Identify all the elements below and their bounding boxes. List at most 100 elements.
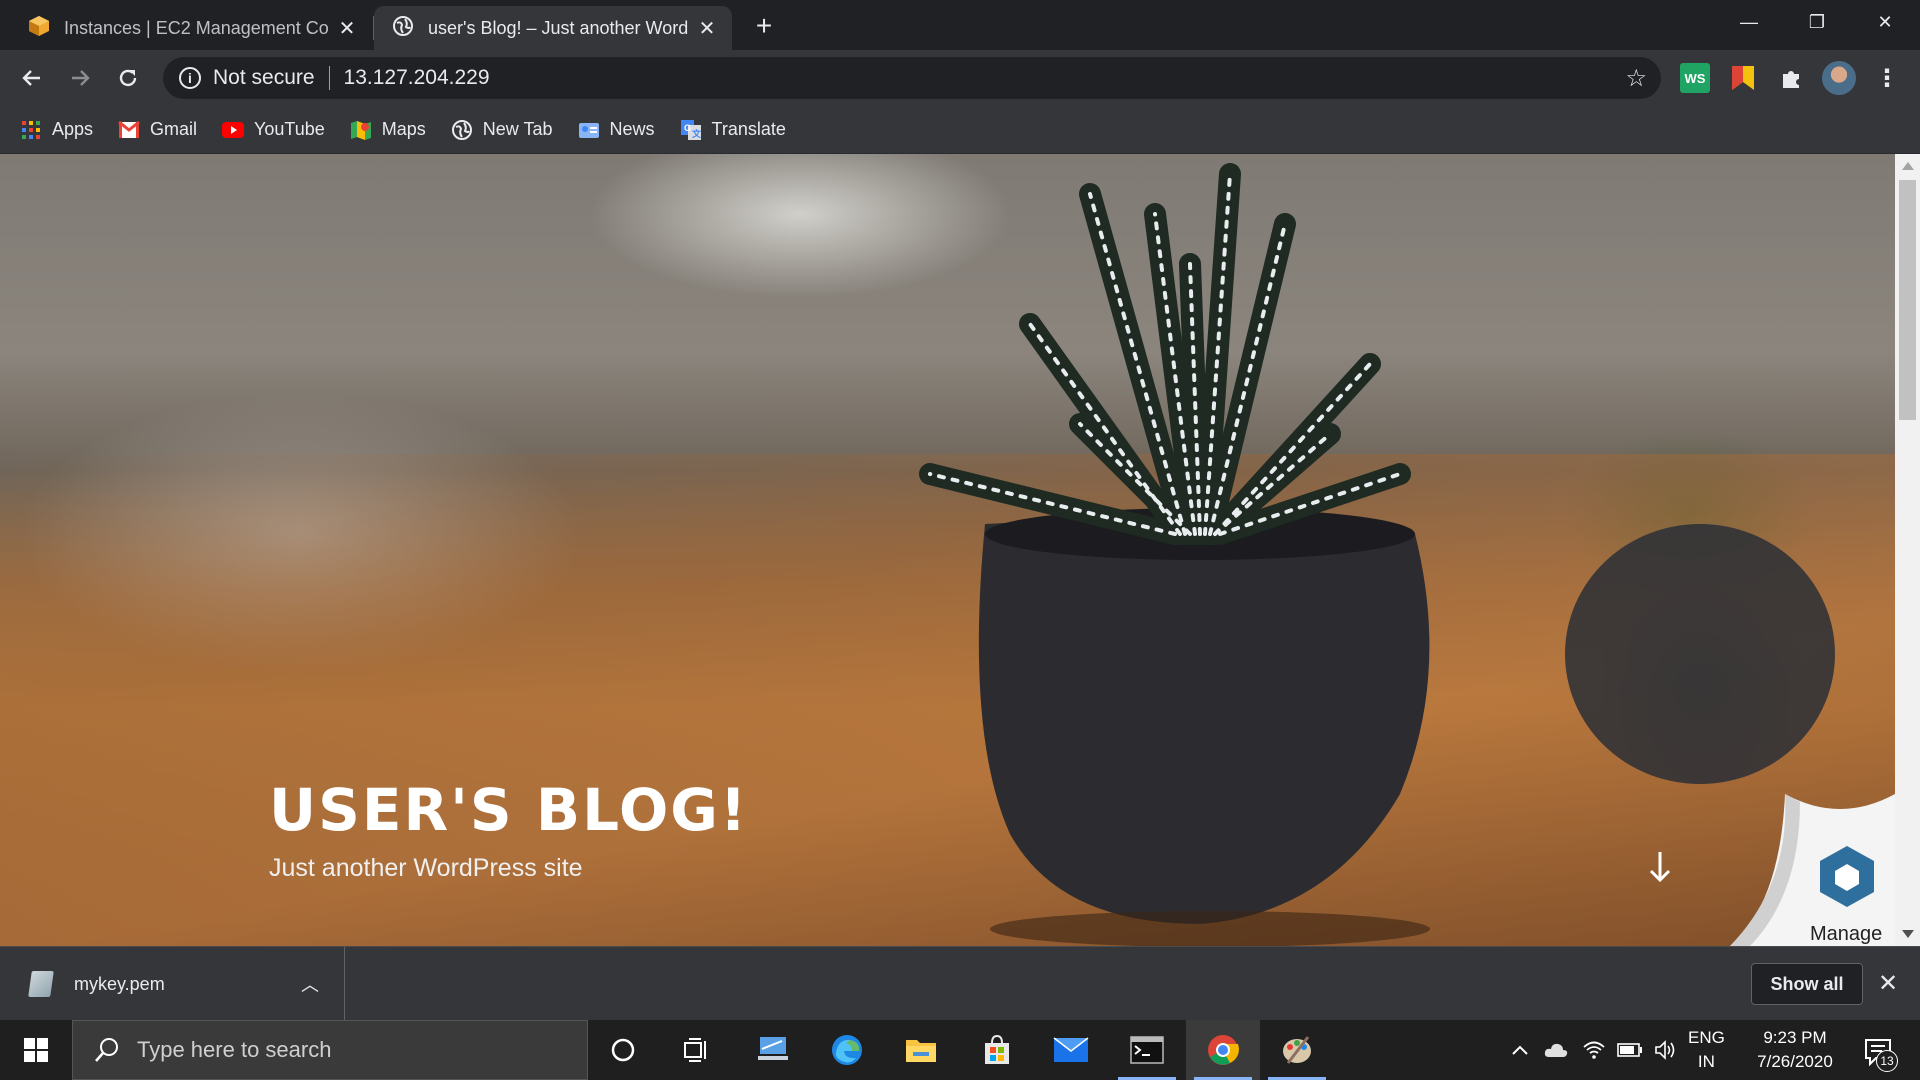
restore-button[interactable]: ❐ bbox=[1784, 0, 1850, 44]
bookmark-label: Maps bbox=[381, 119, 426, 139]
download-file-name[interactable]: mykey.pem bbox=[74, 974, 301, 995]
notification-count-badge: 13 bbox=[1876, 1050, 1898, 1072]
download-shelf: mykey.pem ︿ Show all ✕ bbox=[0, 946, 1920, 1021]
bookmark-label: Apps bbox=[52, 119, 94, 139]
computer-icon bbox=[758, 1037, 788, 1060]
url-text[interactable]: 13.127.204.229 bbox=[344, 66, 1626, 90]
tab-strip: Instances | EC2 Management Con ✕ user's … bbox=[0, 0, 1920, 50]
windows-taskbar: Type here to search ENG IN 9:23 PM 7/26/… bbox=[0, 1020, 1920, 1080]
scroll-down-arrow[interactable] bbox=[1902, 930, 1914, 938]
browser-toolbar: i Not secure 13.127.204.229 ☆ WS ⋮ bbox=[0, 50, 1920, 106]
info-icon[interactable]: i bbox=[179, 67, 201, 89]
bookmark-label: YouTube bbox=[254, 119, 325, 139]
language-code: ENG bbox=[1688, 1028, 1725, 1047]
taskbar-app-chrome[interactable] bbox=[1186, 1020, 1260, 1080]
apps-grid-icon bbox=[20, 119, 42, 141]
star-icon[interactable]: ☆ bbox=[1625, 64, 1647, 93]
forward-button[interactable] bbox=[62, 60, 98, 96]
tab-title: user's Blog! – Just another Word bbox=[428, 17, 688, 38]
bookmark-label: News bbox=[609, 119, 655, 139]
address-bar[interactable]: i Not secure 13.127.204.229 ☆ bbox=[163, 57, 1661, 99]
clock-date: 7/26/2020 bbox=[1757, 1052, 1833, 1071]
new-tab-button[interactable]: + bbox=[748, 10, 780, 42]
input-language-indicator[interactable]: ENG IN bbox=[1688, 1026, 1725, 1074]
search-placeholder: Type here to search bbox=[137, 1037, 332, 1062]
page-scrollbar[interactable] bbox=[1895, 154, 1920, 946]
bookmark-youtube[interactable]: YouTube bbox=[222, 119, 325, 141]
taskbar-app-edge[interactable] bbox=[810, 1020, 884, 1080]
manage-label[interactable]: Manage bbox=[1810, 923, 1882, 946]
site-title[interactable]: USER'S BLOG! bbox=[269, 776, 748, 844]
bookmark-label: New Tab bbox=[482, 119, 553, 139]
site-description: Just another WordPress site bbox=[269, 854, 583, 882]
show-hidden-icons-button[interactable] bbox=[1506, 1020, 1534, 1080]
puzzle-icon[interactable] bbox=[1776, 63, 1806, 93]
bookmark-label: Gmail bbox=[150, 119, 198, 139]
taskbar-app-file-explorer[interactable] bbox=[884, 1020, 958, 1080]
reload-button[interactable] bbox=[110, 60, 146, 96]
scroll-up-arrow[interactable] bbox=[1902, 162, 1914, 170]
scrollbar-thumb[interactable] bbox=[1899, 180, 1916, 420]
bookmark-news[interactable]: News bbox=[578, 119, 655, 141]
bookmark-translate[interactable]: G文 Translate bbox=[680, 119, 786, 141]
store-bag-icon bbox=[985, 1034, 1009, 1064]
download-item[interactable]: mykey.pem ︿ bbox=[0, 947, 345, 1021]
file-icon bbox=[28, 971, 54, 997]
bookmark-new-tab[interactable]: New Tab bbox=[451, 119, 553, 141]
windows-start-button[interactable] bbox=[0, 1020, 72, 1080]
news-icon bbox=[578, 119, 600, 141]
youtube-icon bbox=[222, 119, 245, 141]
maps-icon bbox=[350, 119, 372, 141]
gmail-icon bbox=[118, 119, 140, 141]
close-icon[interactable]: ✕ bbox=[336, 17, 358, 40]
onedrive-icon[interactable] bbox=[1540, 1020, 1572, 1080]
bookmarks-bar: Apps Gmail YouTube Maps New Tab News G文 bbox=[0, 106, 1920, 154]
bookmark-maps[interactable]: Maps bbox=[350, 119, 426, 141]
search-icon bbox=[95, 1038, 118, 1062]
task-view-button[interactable] bbox=[660, 1020, 734, 1080]
bookmark-label: Translate bbox=[711, 119, 786, 139]
wifi-icon[interactable] bbox=[1578, 1020, 1610, 1080]
bookmark-gmail[interactable]: Gmail bbox=[118, 119, 197, 141]
mail-icon bbox=[1053, 1037, 1089, 1062]
aws-cube-icon bbox=[28, 15, 50, 42]
volume-icon[interactable] bbox=[1650, 1020, 1682, 1080]
svg-text:文: 文 bbox=[691, 128, 702, 139]
taskbar-app-store[interactable] bbox=[960, 1020, 1034, 1080]
kebab-menu-icon[interactable]: ⋮ bbox=[1872, 63, 1902, 93]
svg-text:G: G bbox=[684, 123, 691, 133]
security-label[interactable]: Not secure bbox=[213, 66, 315, 90]
taskbar-search-box[interactable]: Type here to search bbox=[72, 1020, 588, 1080]
show-all-button[interactable]: Show all bbox=[1751, 963, 1863, 1005]
blog-hero-header: USER'S BLOG! Just another WordPress site… bbox=[0, 154, 1895, 946]
bookmark-apps[interactable]: Apps bbox=[20, 119, 93, 141]
ws-extension-icon[interactable]: WS bbox=[1680, 63, 1710, 93]
chevron-up-icon[interactable]: ︿ bbox=[301, 971, 319, 997]
chevron-up-icon bbox=[1512, 1045, 1528, 1055]
back-button[interactable] bbox=[14, 60, 50, 96]
task-view-icon bbox=[684, 1038, 706, 1062]
taskbar-app-paint[interactable] bbox=[1260, 1020, 1334, 1080]
bookmark-extension-icon[interactable] bbox=[1728, 63, 1758, 93]
taskbar-app-mail[interactable] bbox=[1034, 1020, 1108, 1080]
scroll-down-button[interactable] bbox=[1645, 846, 1675, 886]
minimize-button[interactable]: — bbox=[1716, 0, 1782, 44]
close-icon[interactable]: ✕ bbox=[1878, 969, 1898, 998]
tab-ec2-instances[interactable]: Instances | EC2 Management Con ✕ bbox=[10, 6, 372, 50]
tab-users-blog[interactable]: user's Blog! – Just another Word ✕ bbox=[374, 6, 732, 50]
hero-text: USER'S BLOG! Just another WordPress site bbox=[269, 776, 748, 883]
cortana-circle-icon bbox=[611, 1038, 635, 1062]
paint-palette-icon bbox=[1283, 1036, 1311, 1064]
taskbar-app-remote-desktop[interactable] bbox=[736, 1020, 810, 1080]
cortana-button[interactable] bbox=[586, 1020, 660, 1080]
battery-icon[interactable] bbox=[1614, 1020, 1646, 1080]
reload-icon bbox=[119, 69, 137, 87]
edge-icon bbox=[832, 1035, 862, 1065]
taskbar-clock[interactable]: 9:23 PM 7/26/2020 bbox=[1742, 1026, 1848, 1074]
region-code: IN bbox=[1697, 1052, 1715, 1071]
close-icon[interactable]: ✕ bbox=[696, 17, 718, 40]
terminal-icon bbox=[1130, 1036, 1164, 1064]
close-window-button[interactable]: ✕ bbox=[1852, 0, 1918, 44]
taskbar-app-terminal[interactable] bbox=[1110, 1020, 1184, 1080]
profile-avatar[interactable] bbox=[1822, 61, 1856, 95]
